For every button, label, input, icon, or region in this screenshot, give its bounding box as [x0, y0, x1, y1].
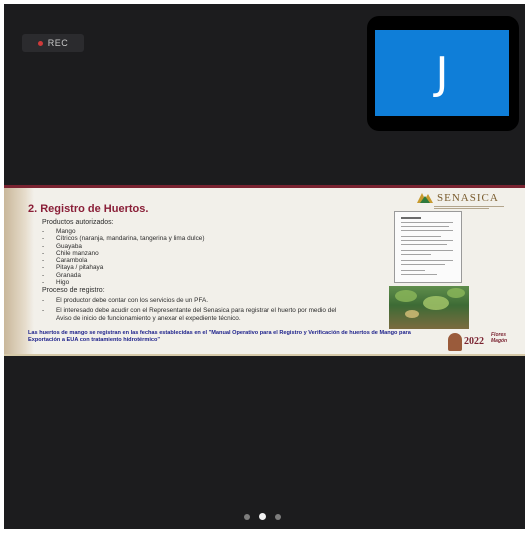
process-step-text: El productor debe contar con los servici… [56, 297, 209, 304]
list-item: Cítricos (naranja, mandarina, tangerina … [42, 235, 204, 242]
page-dot[interactable] [275, 513, 281, 520]
slide-top-border [4, 185, 525, 188]
meeting-view: REC J SENASICA 2. Registro de Huertos. P… [4, 4, 525, 529]
orchard-photo [389, 286, 469, 329]
shared-screen-slide[interactable]: SENASICA 2. Registro de Huertos. Product… [4, 185, 525, 356]
slide-footer-note: Las huertos de mango se registran en las… [28, 330, 411, 343]
logo-text: SENASICA [437, 192, 499, 204]
page-dot[interactable] [244, 513, 250, 520]
list-item: Mango [42, 228, 204, 235]
recording-indicator: REC [22, 34, 84, 52]
products-list: Mango Cítricos (naranja, mandarina, tang… [42, 228, 204, 286]
participant-avatar: J [375, 30, 509, 116]
list-item: Higo [42, 279, 204, 286]
registration-document-image [394, 211, 462, 283]
process-steps-list: - El productor debe contar con los servi… [42, 297, 352, 325]
process-heading: Proceso de registro: [42, 287, 105, 294]
list-item: Chile manzano [42, 250, 204, 257]
person-photo [448, 333, 462, 351]
recording-label: REC [47, 38, 69, 48]
record-dot-icon [37, 40, 43, 46]
page-indicator[interactable] [244, 513, 281, 520]
list-item: - El productor debe contar con los servi… [42, 297, 209, 304]
products-heading: Productos autorizados: [42, 219, 114, 226]
list-item: Guayaba [42, 243, 204, 250]
avatar-initial: J [435, 47, 449, 99]
list-item: - El interesado debe acudir con el Repre… [42, 307, 352, 322]
page-dot-active[interactable] [259, 513, 266, 520]
logo-subtitle-lines [434, 206, 504, 209]
senasica-emblem-icon [417, 193, 433, 203]
list-item: Pitaya / pitahaya [42, 264, 204, 271]
list-item: Carambola [42, 257, 204, 264]
senasica-logo: SENASICA [416, 191, 499, 205]
participant-tile[interactable]: J [367, 16, 519, 131]
badge-year: 2022 [464, 336, 484, 347]
slide-bottom-border [4, 354, 525, 356]
process-step-text: El interesado debe acudir con el Represe… [56, 307, 337, 322]
badge-text: Flores Magón [491, 332, 508, 344]
slide-title: 2. Registro de Huertos. [28, 203, 149, 215]
list-item: Granada [42, 272, 204, 279]
